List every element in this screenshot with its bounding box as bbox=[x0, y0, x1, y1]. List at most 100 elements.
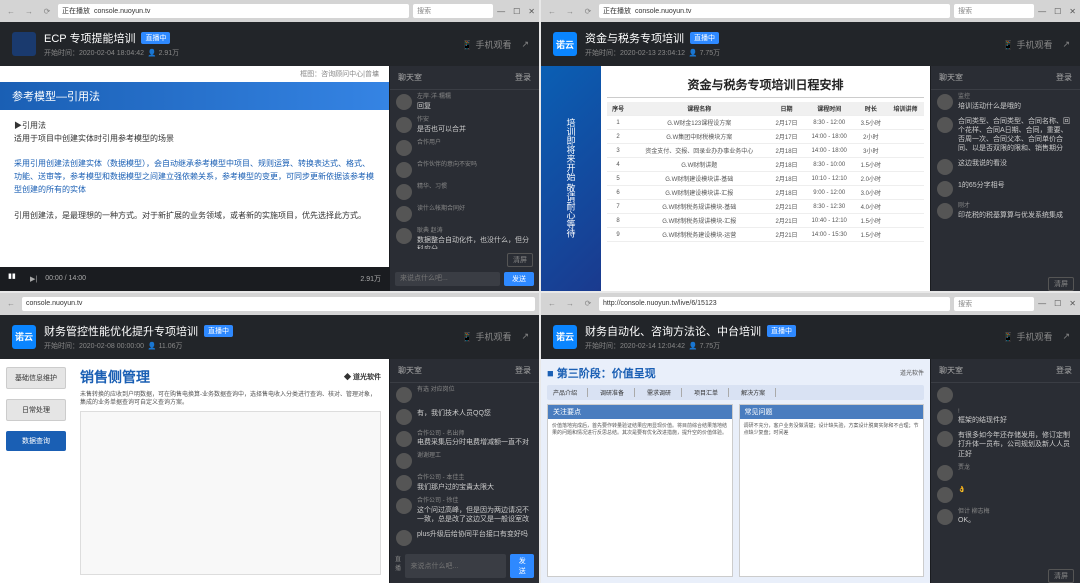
maximize-icon[interactable]: ☐ bbox=[513, 7, 520, 16]
chat-input[interactable] bbox=[405, 554, 506, 578]
avatar bbox=[937, 387, 953, 403]
video-controls: ▮▮ ▶| 00:00 / 14:00 2.91万 bbox=[0, 267, 389, 291]
pause-icon[interactable]: ▮▮ bbox=[8, 272, 22, 286]
login-link[interactable]: 登录 bbox=[515, 72, 531, 83]
clear-button[interactable]: 清屏 bbox=[1048, 277, 1074, 291]
chat-area: 聊天室登录 监控培训活动什么是哦的合同类型、合同类型、合同名称、回个花样、合同A… bbox=[930, 66, 1080, 291]
next-icon[interactable]: ▶| bbox=[30, 275, 37, 283]
minimize-icon[interactable]: — bbox=[497, 7, 505, 16]
live-badge: 直播中 bbox=[204, 325, 233, 337]
minimize-icon[interactable]: — bbox=[1038, 299, 1046, 308]
screenshot-mock bbox=[80, 411, 381, 575]
url-bar[interactable]: console.nuoyun.tv bbox=[22, 297, 535, 311]
share-icon[interactable]: ↗ bbox=[1062, 331, 1070, 342]
panel-automation: ← → ⟳ http://console.nuoyun.tv/live/6/15… bbox=[541, 293, 1080, 583]
chat-message: 合作公司 - 名出师电费采集后分时电费增减额一直不对 bbox=[396, 431, 533, 448]
reload-icon[interactable]: ⟳ bbox=[581, 297, 595, 311]
table-row: 2G.W集团中财税模块方案2月17日14:00 - 18:002小时 bbox=[607, 130, 924, 144]
forward-icon[interactable]: → bbox=[22, 4, 36, 18]
chat-message: plus升级后给协同平台接口有变好吗 bbox=[396, 530, 533, 546]
chat-message: 合作用户 bbox=[396, 140, 533, 156]
chat-message: 谢谢理工 bbox=[396, 453, 533, 469]
avatar bbox=[396, 94, 412, 110]
back-icon[interactable]: ← bbox=[545, 4, 559, 18]
schedule-title: 资金与税务专项培训日程安排 bbox=[607, 72, 924, 98]
close-icon[interactable]: ✕ bbox=[1069, 7, 1076, 16]
chat-message bbox=[937, 387, 1074, 403]
reload-icon[interactable]: ⟳ bbox=[581, 4, 595, 18]
url-bar[interactable]: 正在播放 console.nuoyun.tv bbox=[58, 4, 409, 18]
avatar bbox=[396, 184, 412, 200]
forward-icon[interactable]: → bbox=[563, 297, 577, 311]
share-icon[interactable]: ↗ bbox=[521, 39, 529, 50]
table-row: 9G.W财制税务建设模块-运营2月21日14:00 - 15:301.5小时 bbox=[607, 228, 924, 242]
live-badge: 直播中 bbox=[767, 325, 796, 337]
clear-button[interactable]: 清屏 bbox=[507, 253, 533, 267]
chat-message: 👌 bbox=[937, 487, 1074, 503]
tab-daily[interactable]: 日常处理 bbox=[6, 399, 66, 421]
back-icon[interactable]: ← bbox=[4, 297, 18, 311]
url-bar[interactable]: 正在播放 console.nuoyun.tv bbox=[599, 4, 950, 18]
tab-basic[interactable]: 基础信息维护 bbox=[6, 367, 66, 389]
login-link[interactable]: 登录 bbox=[515, 365, 531, 376]
send-button[interactable]: 发送 bbox=[510, 554, 534, 578]
clear-button[interactable]: 清屏 bbox=[1048, 569, 1074, 583]
chat-area: 聊天室登录 左岸·洋·糯糯回复作安是否也可以合并合作用户合作伙伴的意向不安吗精华… bbox=[389, 66, 539, 291]
chat-tab[interactable]: 聊天室 bbox=[398, 72, 422, 83]
send-button[interactable]: 发送 bbox=[504, 272, 534, 286]
stream-header: ECP 专项提能培训直播中 开始时间：2020-02-04 18:04:42 👤… bbox=[0, 22, 539, 66]
logo: 诺云 bbox=[553, 325, 577, 349]
browser-chrome: ← → ⟳ 正在播放 console.nuoyun.tv 搜索 — ☐ ✕ bbox=[541, 0, 1080, 22]
avatar bbox=[396, 206, 412, 222]
phone-view[interactable]: 📱 手机观看 bbox=[1003, 38, 1053, 51]
avatar bbox=[937, 465, 953, 481]
chat-message: 读什么帐期合同好 bbox=[396, 206, 533, 222]
avatar bbox=[396, 162, 412, 178]
avatar bbox=[396, 409, 412, 425]
chat-message: 合作公司 - 徐佳这个问过高峰，但是因为两边请况不一致，总是改了这边又是一般设室… bbox=[396, 498, 533, 524]
forward-icon[interactable]: → bbox=[563, 4, 577, 18]
browser-chrome: ← → ⟳ http://console.nuoyun.tv/live/6/15… bbox=[541, 293, 1080, 315]
chat-area: 聊天室登录 !框架的结现件好有很多如今年还存储发用，修订定制打升体一员布，公司规… bbox=[930, 359, 1080, 583]
browser-chrome: ← console.nuoyun.tv bbox=[0, 293, 539, 315]
close-icon[interactable]: ✕ bbox=[528, 7, 535, 16]
search-bar[interactable]: 搜索 bbox=[413, 4, 493, 18]
chat-tab[interactable]: 聊天室 bbox=[939, 72, 963, 83]
maximize-icon[interactable]: ☐ bbox=[1054, 7, 1061, 16]
back-icon[interactable]: ← bbox=[545, 297, 559, 311]
maximize-icon[interactable]: ☐ bbox=[1054, 299, 1061, 308]
avatar bbox=[937, 509, 953, 525]
avatar bbox=[937, 94, 953, 110]
back-icon[interactable]: ← bbox=[4, 4, 18, 18]
minimize-icon[interactable]: — bbox=[1038, 7, 1046, 16]
stream-title: 财务管控性能优化提升专项培训 bbox=[44, 323, 198, 339]
panel-ecp: ← → ⟳ 正在播放 console.nuoyun.tv 搜索 — ☐ ✕ EC… bbox=[0, 0, 539, 291]
browser-chrome: ← → ⟳ 正在播放 console.nuoyun.tv 搜索 — ☐ ✕ bbox=[0, 0, 539, 22]
avatar bbox=[396, 117, 412, 133]
logo bbox=[12, 32, 36, 56]
avatar bbox=[396, 140, 412, 156]
share-icon[interactable]: ↗ bbox=[1062, 39, 1070, 50]
chat-message: 合作伙伴的意向不安吗 bbox=[396, 162, 533, 178]
chat-message: 精华、习惯 bbox=[396, 184, 533, 200]
search-bar[interactable]: 搜索 bbox=[954, 297, 1034, 311]
share-icon[interactable]: ↗ bbox=[521, 331, 529, 342]
chat-tab[interactable]: 聊天室 bbox=[398, 365, 422, 376]
schedule-table: 序号课程名称日期课程时间时长培训讲师1G.W财金123课程设方案2月17日8:3… bbox=[607, 102, 924, 242]
chat-message: 监控培训活动什么是哦的 bbox=[937, 94, 1074, 111]
close-icon[interactable]: ✕ bbox=[1069, 299, 1076, 308]
phone-view[interactable]: 📱 手机观看 bbox=[462, 38, 512, 51]
chat-tab[interactable]: 聊天室 bbox=[939, 365, 963, 376]
phone-view[interactable]: 📱 手机观看 bbox=[1003, 330, 1053, 343]
avatar bbox=[937, 409, 953, 425]
tab-query[interactable]: 数据查询 bbox=[6, 431, 66, 451]
chat-message: 贾龙 bbox=[937, 465, 1074, 481]
reload-icon[interactable]: ⟳ bbox=[40, 4, 54, 18]
avatar bbox=[396, 453, 412, 469]
search-bar[interactable]: 搜索 bbox=[954, 4, 1034, 18]
phone-view[interactable]: 📱 手机观看 bbox=[462, 330, 512, 343]
url-bar[interactable]: http://console.nuoyun.tv/live/6/15123 bbox=[599, 297, 950, 311]
chat-input[interactable] bbox=[395, 272, 500, 286]
login-link[interactable]: 登录 bbox=[1056, 72, 1072, 83]
login-link[interactable]: 登录 bbox=[1056, 365, 1072, 376]
